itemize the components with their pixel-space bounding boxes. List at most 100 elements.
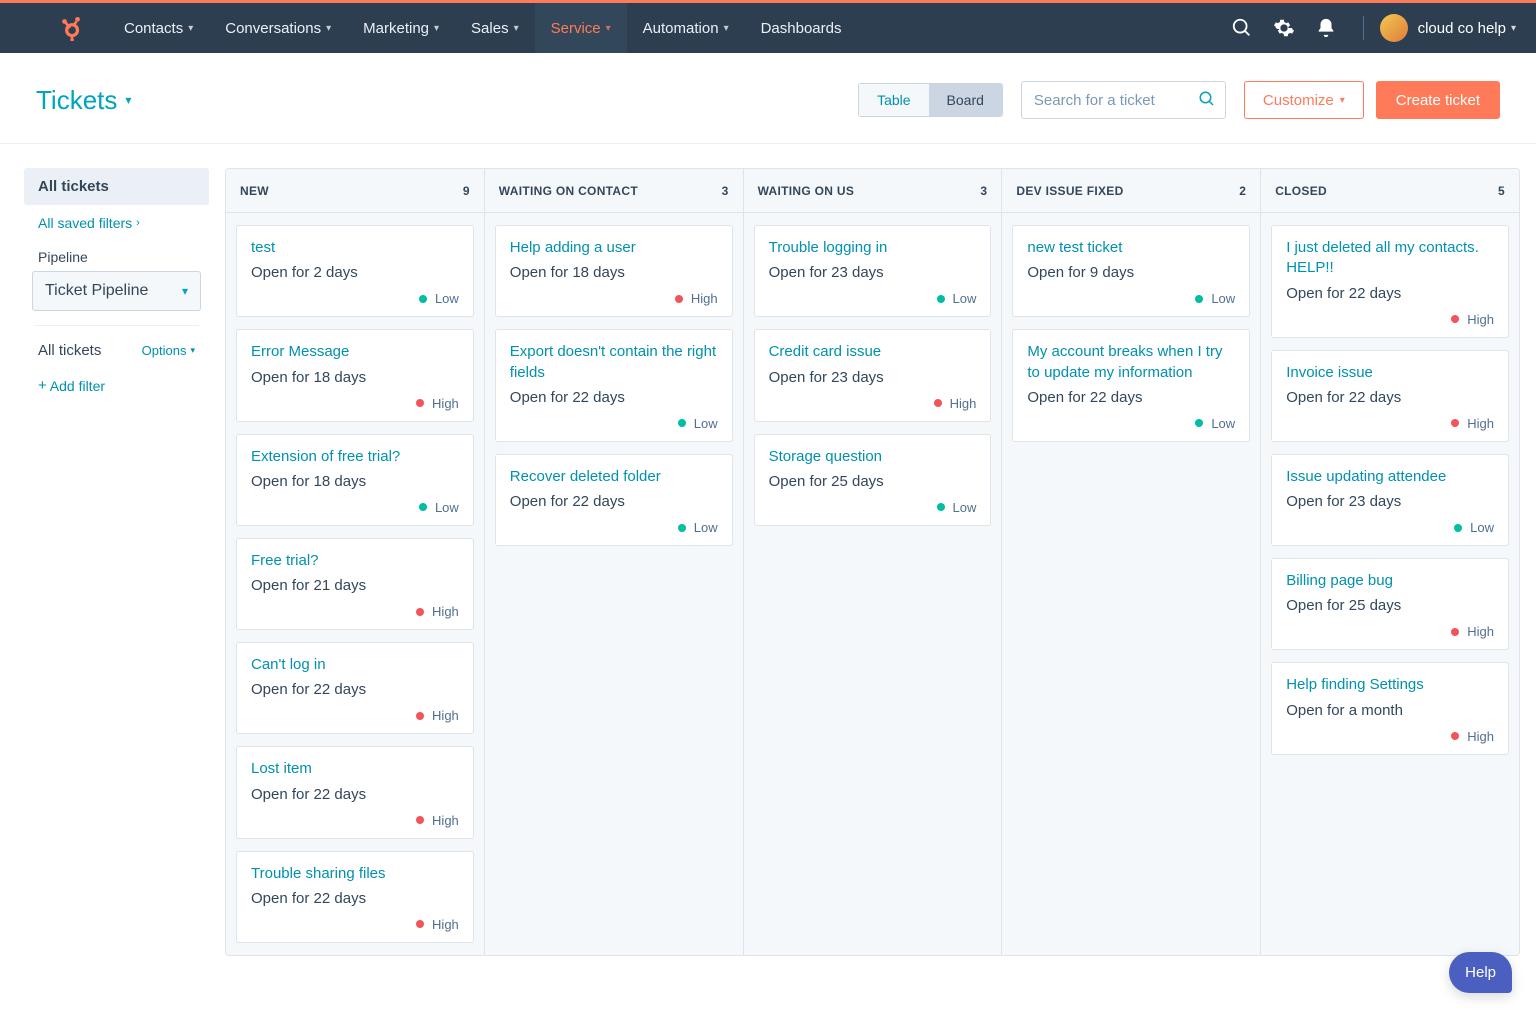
ticket-card[interactable]: new test ticketOpen for 9 daysLow xyxy=(1012,225,1250,317)
ticket-card[interactable]: Extension of free trial?Open for 18 days… xyxy=(236,434,474,526)
account-menu[interactable]: cloud co help ▾ xyxy=(1380,14,1516,42)
ticket-open-duration: Open for a month xyxy=(1286,702,1494,719)
page-title-menu[interactable]: Tickets ▾ xyxy=(36,85,131,116)
ticket-card[interactable]: Storage questionOpen for 25 daysLow xyxy=(754,434,992,526)
ticket-card[interactable]: My account breaks when I try to update m… xyxy=(1012,329,1250,442)
ticket-title: I just deleted all my contacts. HELP!! xyxy=(1286,238,1494,279)
priority-dot-icon xyxy=(934,399,942,407)
nav-item-label: Service xyxy=(551,20,601,37)
gear-icon[interactable] xyxy=(1273,17,1295,39)
nav-item-service[interactable]: Service ▾ xyxy=(535,3,627,53)
ticket-priority: High xyxy=(1286,416,1494,431)
ticket-card[interactable]: Help finding SettingsOpen for a monthHig… xyxy=(1271,662,1509,754)
ticket-priority: Low xyxy=(1286,520,1494,535)
filter-options[interactable]: Options ▾ xyxy=(142,343,195,358)
ticket-open-duration: Open for 2 days xyxy=(251,264,459,281)
ticket-title: new test ticket xyxy=(1027,238,1235,258)
nav-item-dashboards[interactable]: Dashboards xyxy=(745,3,858,53)
ticket-priority: High xyxy=(251,396,459,411)
customize-button[interactable]: Customize ▾ xyxy=(1244,81,1364,119)
column-count: 2 xyxy=(1239,184,1246,198)
search-icon[interactable] xyxy=(1198,90,1216,108)
caret-down-icon: ▾ xyxy=(1340,95,1345,106)
help-fab[interactable]: Help xyxy=(1449,952,1512,993)
column-name: DEV ISSUE FIXED xyxy=(1016,184,1123,198)
column-count: 5 xyxy=(1498,184,1505,198)
ticket-card[interactable]: Credit card issueOpen for 23 daysHigh xyxy=(754,329,992,421)
column-cards: I just deleted all my contacts. HELP!! Op… xyxy=(1261,213,1519,767)
column-name: NEW xyxy=(240,184,269,198)
ticket-card[interactable]: Trouble logging inOpen for 23 daysLow xyxy=(754,225,992,317)
ticket-card[interactable]: Invoice issueOpen for 22 daysHigh xyxy=(1271,350,1509,442)
priority-dot-icon xyxy=(1451,315,1459,323)
pipeline-label: Pipeline xyxy=(24,241,209,271)
ticket-card[interactable]: testOpen for 2 daysLow xyxy=(236,225,474,317)
nav-item-label: Contacts xyxy=(124,20,183,37)
ticket-title: Trouble sharing files xyxy=(251,864,459,884)
hubspot-logo-icon[interactable] xyxy=(58,15,84,41)
ticket-card[interactable]: Issue updating attendeeOpen for 23 daysL… xyxy=(1271,454,1509,546)
ticket-title: Lost item xyxy=(251,759,459,779)
column-name: WAITING ON US xyxy=(758,184,855,198)
search-input[interactable] xyxy=(1021,81,1226,119)
priority-label: Low xyxy=(694,416,718,431)
pipeline-select[interactable]: Ticket Pipeline ▾ xyxy=(32,271,201,311)
ticket-card[interactable]: Billing page bugOpen for 25 daysHigh xyxy=(1271,558,1509,650)
view-toggle-table[interactable]: Table xyxy=(859,84,928,116)
ticket-card[interactable]: Export doesn't contain the right fieldsO… xyxy=(495,329,733,442)
nav-items: Contacts▾Conversations▾Marketing▾Sales▾S… xyxy=(108,3,857,53)
add-filter[interactable]: + Add filter xyxy=(24,367,209,404)
nav-item-sales[interactable]: Sales▾ xyxy=(455,3,535,53)
column-header: CLOSED5 xyxy=(1261,169,1519,213)
ticket-priority: Low xyxy=(251,291,459,306)
create-ticket-button[interactable]: Create ticket xyxy=(1376,81,1500,119)
ticket-open-duration: Open for 22 days xyxy=(1286,285,1494,302)
ticket-card[interactable]: Recover deleted folderOpen for 22 daysLo… xyxy=(495,454,733,546)
ticket-open-duration: Open for 18 days xyxy=(251,473,459,490)
priority-dot-icon xyxy=(1195,419,1203,427)
search-icon[interactable] xyxy=(1231,17,1253,39)
ticket-priority: Low xyxy=(1027,416,1235,431)
bell-icon[interactable] xyxy=(1315,17,1337,39)
ticket-card[interactable]: Free trial?Open for 21 daysHigh xyxy=(236,538,474,630)
saved-filters-label: All saved filters xyxy=(38,215,132,231)
ticket-card[interactable]: Trouble sharing filesOpen for 22 daysHig… xyxy=(236,851,474,943)
ticket-title: Trouble logging in xyxy=(769,238,977,258)
ticket-title: My account breaks when I try to update m… xyxy=(1027,342,1235,383)
priority-label: High xyxy=(950,396,977,411)
ticket-priority: High xyxy=(1286,729,1494,744)
ticket-card[interactable]: Help adding a userOpen for 18 daysHigh xyxy=(495,225,733,317)
ticket-open-duration: Open for 18 days xyxy=(510,264,718,281)
column-cards: testOpen for 2 daysLowError MessageOpen … xyxy=(226,213,484,955)
priority-dot-icon xyxy=(678,524,686,532)
chevron-down-icon: ▾ xyxy=(514,23,519,34)
nav-item-automation[interactable]: Automation▾ xyxy=(627,3,745,53)
nav-item-label: Conversations xyxy=(225,20,321,37)
ticket-card[interactable]: Error MessageOpen for 18 daysHigh xyxy=(236,329,474,421)
ticket-title: Issue updating attendee xyxy=(1286,467,1494,487)
nav-separator xyxy=(1363,16,1364,40)
nav-item-conversations[interactable]: Conversations▾ xyxy=(209,3,347,53)
ticket-open-duration: Open for 21 days xyxy=(251,577,459,594)
ticket-open-duration: Open for 22 days xyxy=(510,389,718,406)
sidebar-all-tickets[interactable]: All tickets xyxy=(24,168,209,205)
sidebar-saved-filters[interactable]: All saved filters › xyxy=(24,205,209,241)
ticket-open-duration: Open for 23 days xyxy=(769,369,977,386)
ticket-open-duration: Open for 9 days xyxy=(1027,264,1235,281)
column-count: 9 xyxy=(463,184,470,198)
priority-label: High xyxy=(432,708,459,723)
ticket-open-duration: Open for 25 days xyxy=(769,473,977,490)
ticket-priority: Low xyxy=(769,500,977,515)
divider xyxy=(34,325,199,326)
ticket-card[interactable]: Can't log inOpen for 22 daysHigh xyxy=(236,642,474,734)
nav-item-contacts[interactable]: Contacts▾ xyxy=(108,3,209,53)
priority-dot-icon xyxy=(1195,295,1203,303)
ticket-card[interactable]: Lost itemOpen for 22 daysHigh xyxy=(236,746,474,838)
view-toggle-board[interactable]: Board xyxy=(929,84,1002,116)
ticket-card[interactable]: I just deleted all my contacts. HELP!! Op… xyxy=(1271,225,1509,338)
nav-item-marketing[interactable]: Marketing▾ xyxy=(347,3,455,53)
priority-label: High xyxy=(432,604,459,619)
priority-dot-icon xyxy=(678,419,686,427)
chevron-down-icon: ▾ xyxy=(606,23,611,34)
priority-dot-icon xyxy=(416,712,424,720)
